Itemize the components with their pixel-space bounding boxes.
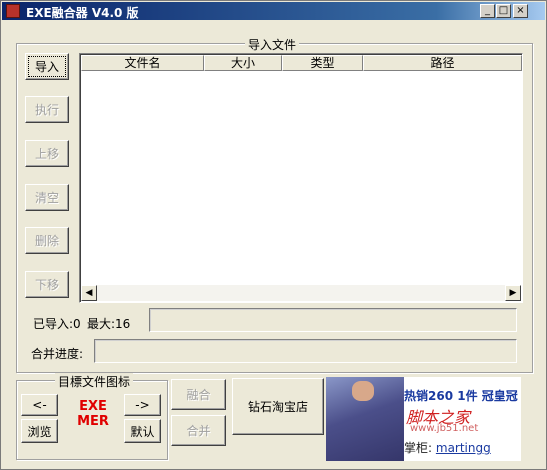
shop-button[interactable]: 钻石淘宝店: [232, 378, 324, 435]
delete-button[interactable]: 删除: [25, 227, 69, 254]
app-window: EXE融合器 V4.0 版 _ □ × 导入文件 导入 执行 上移 清空 删除 …: [0, 0, 547, 470]
import-group-title: 导入文件: [245, 36, 300, 53]
ad-banner[interactable]: 热销260 1件 冠皇冠 脚本之家 www.jb51.net 掌柜: marti…: [326, 377, 521, 461]
exe-icon-preview: EXE MER: [77, 399, 109, 429]
horizontal-scrollbar[interactable]: ◀ ▶: [81, 285, 521, 301]
title-bar[interactable]: EXE融合器 V4.0 版 _ □ ×: [2, 2, 545, 20]
move-up-button[interactable]: 上移: [25, 140, 69, 167]
default-icon-button[interactable]: 默认: [124, 419, 161, 443]
file-list[interactable]: 文件名 大小 类型 路径 ◀ ▶: [79, 53, 523, 303]
column-filename[interactable]: 文件名: [81, 55, 204, 71]
next-icon-button[interactable]: ->: [124, 394, 161, 416]
move-down-button[interactable]: 下移: [25, 271, 69, 298]
combine-button[interactable]: 合并: [171, 415, 226, 446]
clear-button[interactable]: 清空: [25, 184, 69, 211]
browse-button[interactable]: 浏览: [21, 419, 58, 443]
banner-url: www.jb51.net: [410, 423, 479, 434]
column-size[interactable]: 大小: [204, 55, 282, 71]
column-type[interactable]: 类型: [282, 55, 363, 71]
imported-count: 已导入:0: [33, 317, 81, 331]
import-button[interactable]: 导入: [25, 53, 69, 80]
progress-label: 合并进度:: [31, 347, 84, 361]
app-icon: [6, 4, 20, 18]
status-field: [149, 308, 517, 332]
model-photo: [326, 377, 404, 461]
merge-button[interactable]: 融合: [171, 379, 226, 410]
banner-shopkeeper: 掌柜: martingg: [404, 441, 491, 455]
window-title: EXE融合器 V4.0 版: [26, 6, 139, 20]
file-list-header: 文件名 大小 类型 路径: [81, 55, 522, 71]
minimize-button[interactable]: _: [480, 4, 495, 18]
max-count: 最大:16: [87, 317, 131, 331]
banner-sales: 热销260 1件 冠皇冠: [404, 389, 518, 403]
prev-icon-button[interactable]: <-: [21, 394, 58, 416]
icon-group-title: 目標文件图标: [55, 373, 134, 390]
scroll-right-icon[interactable]: ▶: [505, 285, 521, 301]
maximize-button[interactable]: □: [496, 4, 511, 18]
scroll-left-icon[interactable]: ◀: [81, 285, 97, 301]
merge-progress-bar: [94, 339, 517, 363]
shopkeeper-link[interactable]: martingg: [436, 441, 491, 455]
column-path[interactable]: 路径: [363, 55, 522, 71]
close-button[interactable]: ×: [513, 4, 528, 18]
execute-button[interactable]: 执行: [25, 96, 69, 123]
